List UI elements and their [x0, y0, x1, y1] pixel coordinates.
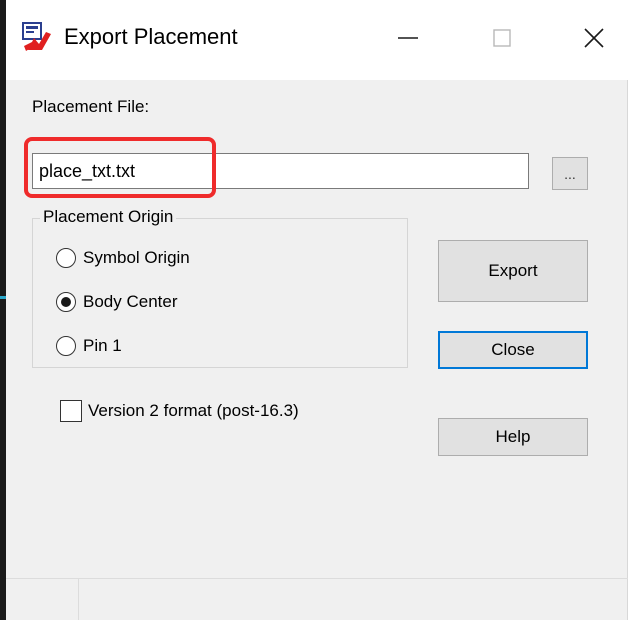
radio-selected-dot: [61, 297, 71, 307]
version-2-format-option[interactable]: Version 2 format (post-16.3): [60, 396, 299, 426]
maximize-button[interactable]: [472, 14, 532, 62]
window-close-button[interactable]: [564, 14, 624, 62]
help-button[interactable]: Help: [438, 418, 588, 456]
radio-button-unselected[interactable]: [56, 336, 76, 356]
placement-file-input[interactable]: [32, 153, 529, 189]
placement-file-label: Placement File:: [32, 97, 150, 116]
radio-pin-1[interactable]: Pin 1: [56, 332, 122, 360]
maximize-icon: [493, 29, 511, 47]
radio-button-selected[interactable]: [56, 292, 76, 312]
version-2-format-checkbox[interactable]: [60, 400, 82, 422]
export-button[interactable]: Export: [438, 240, 588, 302]
app-icon: [20, 20, 54, 54]
browse-button[interactable]: ...: [552, 157, 588, 190]
radio-button-unselected[interactable]: [56, 248, 76, 268]
status-bar-divider: [78, 579, 79, 620]
export-placement-dialog: Export Placement Placement File: ... Pla…: [6, 0, 628, 620]
close-icon: [584, 28, 604, 48]
close-button[interactable]: Close: [438, 331, 588, 369]
version-2-format-label: Version 2 format (post-16.3): [88, 401, 299, 420]
title-bar[interactable]: Export Placement: [6, 0, 628, 80]
radio-label: Symbol Origin: [83, 248, 190, 267]
radio-symbol-origin[interactable]: Symbol Origin: [56, 244, 190, 272]
radio-body-center[interactable]: Body Center: [56, 288, 178, 316]
placement-origin-legend: Placement Origin: [40, 206, 177, 228]
minimize-button[interactable]: [378, 14, 438, 62]
radio-label: Body Center: [83, 292, 178, 311]
minimize-icon: [398, 37, 418, 39]
window-title: Export Placement: [64, 24, 238, 49]
radio-label: Pin 1: [83, 336, 122, 355]
status-bar: [6, 578, 628, 620]
